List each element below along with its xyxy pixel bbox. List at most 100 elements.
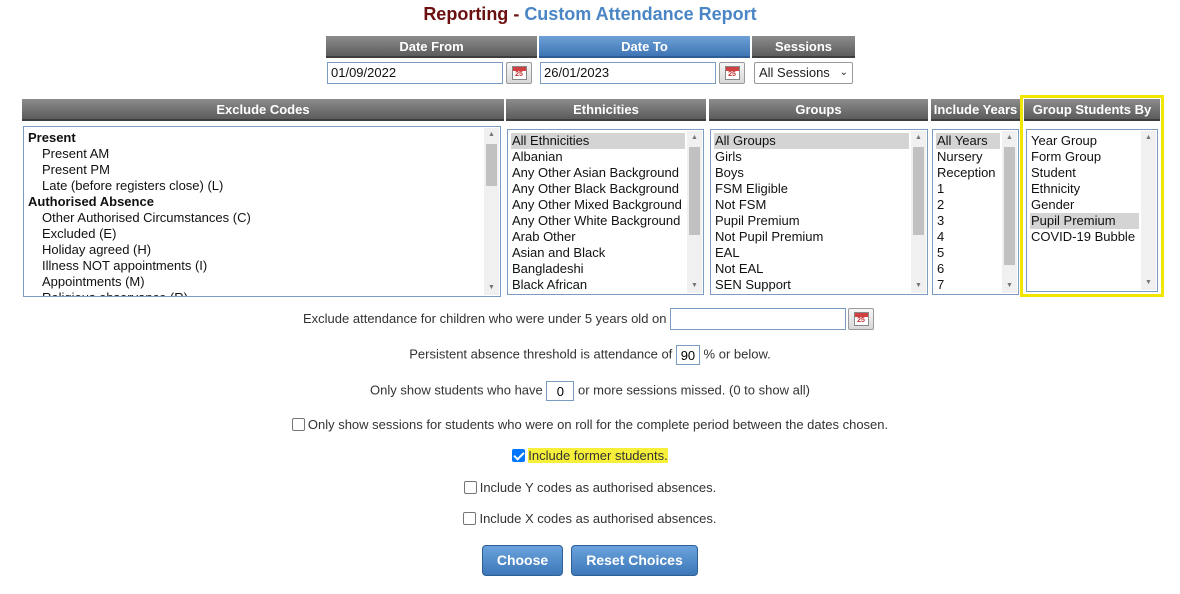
year-option[interactable]: All Years — [936, 133, 1000, 149]
group-option[interactable]: All Groups — [714, 133, 909, 149]
exclude-code-option[interactable]: Present — [27, 130, 482, 146]
scroll-up-icon[interactable]: ▲ — [1002, 131, 1017, 145]
scrollbar[interactable]: ▲ ▼ — [1141, 131, 1156, 290]
date-to-input[interactable]: 26/01/2023 — [540, 62, 716, 84]
group-by-option[interactable]: Ethnicity — [1030, 181, 1139, 197]
year-option[interactable]: 5 — [936, 245, 1000, 261]
exclude-code-option[interactable]: Religious observance (R) — [27, 290, 482, 296]
x-codes-row: Include X codes as authorised absences. — [0, 511, 1180, 526]
group-option[interactable]: Boys — [714, 165, 909, 181]
scroll-up-icon[interactable]: ▲ — [1141, 131, 1156, 145]
scroll-thumb[interactable] — [913, 147, 924, 235]
scroll-thumb[interactable] — [689, 147, 700, 235]
date-from-calendar-button[interactable]: 25 — [506, 62, 532, 84]
group-option[interactable]: Girls — [714, 149, 909, 165]
under5-date-input[interactable] — [670, 308, 846, 330]
exclude-codes-list[interactable]: Present Present AM Present PM Late (before … — [23, 126, 501, 297]
scroll-down-icon[interactable]: ▼ — [484, 281, 499, 295]
under5-label: Exclude attendance for children who were… — [303, 311, 667, 326]
group-option[interactable]: Not FSM — [714, 197, 909, 213]
exclude-code-option[interactable]: Present AM — [27, 146, 482, 162]
ethnicity-option[interactable]: Asian and Black — [511, 245, 685, 261]
scrollbar[interactable]: ▲ ▼ — [687, 131, 702, 293]
year-option[interactable]: Nursery — [936, 149, 1000, 165]
year-option[interactable]: 4 — [936, 229, 1000, 245]
group-by-option[interactable]: COVID-19 Bubble — [1030, 229, 1139, 245]
group-option[interactable]: SEN Support — [714, 277, 909, 293]
exclude-code-option[interactable]: Late (before registers close) (L) — [27, 178, 482, 194]
calendar-icon: 25 — [511, 66, 527, 80]
ethnicity-option[interactable]: Any Other Mixed Background — [511, 197, 685, 213]
exclude-code-option[interactable]: Illness NOT appointments (I) — [27, 258, 482, 274]
missed-sessions-row: Only show students who have or more sess… — [0, 381, 1180, 401]
year-option[interactable]: 2 — [936, 197, 1000, 213]
include-years-items: All Years Nursery Reception 1 2 3 4 5 6 7 — [936, 133, 1000, 293]
year-option[interactable]: 6 — [936, 261, 1000, 277]
scroll-thumb[interactable] — [1004, 147, 1015, 265]
former-students-checkbox[interactable] — [512, 449, 526, 462]
group-by-items: Year Group Form Group Student Ethnicity Gend… — [1030, 133, 1139, 245]
group-by-option[interactable]: Pupil Premium — [1030, 213, 1139, 229]
date-from-input[interactable]: 01/09/2022 — [327, 62, 503, 84]
group-option[interactable]: EAL — [714, 245, 909, 261]
x-codes-checkbox[interactable] — [463, 512, 477, 525]
group-by-option[interactable]: Student — [1030, 165, 1139, 181]
year-option[interactable]: 1 — [936, 181, 1000, 197]
group-option[interactable]: FSM Eligible — [714, 181, 909, 197]
ethnicity-option[interactable]: Any Other Black Background — [511, 181, 685, 197]
group-by-option[interactable]: Year Group — [1030, 133, 1139, 149]
group-by-option[interactable]: Form Group — [1030, 149, 1139, 165]
ethnicity-option[interactable]: Any Other Asian Background — [511, 165, 685, 181]
choose-button[interactable]: Choose — [482, 545, 563, 576]
year-option[interactable]: 3 — [936, 213, 1000, 229]
ethnicity-option[interactable]: Bangladeshi — [511, 261, 685, 277]
exclude-code-option[interactable]: Excluded (E) — [27, 226, 482, 242]
groups-list[interactable]: All Groups Girls Boys FSM Eligible Not FSM Pu… — [710, 129, 928, 295]
include-years-list[interactable]: All Years Nursery Reception 1 2 3 4 5 6 7 ▲ ▼ — [932, 129, 1019, 295]
y-codes-checkbox[interactable] — [463, 481, 477, 494]
calendar-icon: 25 — [853, 312, 869, 326]
scroll-down-icon[interactable]: ▼ — [1002, 279, 1017, 293]
missed-sessions-input[interactable] — [546, 381, 575, 401]
under5-calendar-button[interactable]: 25 — [848, 308, 874, 330]
exclude-code-option[interactable]: Holiday agreed (H) — [27, 242, 482, 258]
group-option[interactable]: Pupil Premium — [714, 213, 909, 229]
year-option[interactable]: 7 — [936, 277, 1000, 293]
group-option[interactable]: Not EAL — [714, 261, 909, 277]
on-roll-row: Only show sessions for students who were… — [0, 417, 1180, 432]
ethnicity-option[interactable]: Arab Other — [511, 229, 685, 245]
date-to-calendar-button[interactable]: 25 — [719, 62, 745, 84]
ethnicity-option[interactable]: All Ethnicities — [511, 133, 685, 149]
year-option[interactable]: Reception — [936, 165, 1000, 181]
pa-threshold-input[interactable] — [675, 345, 700, 365]
group-by-option[interactable]: Gender — [1030, 197, 1139, 213]
page-title: Reporting - Custom Attendance Report — [0, 4, 1180, 25]
group-option[interactable]: Not Pupil Premium — [714, 229, 909, 245]
exclude-code-option[interactable]: Appointments (M) — [27, 274, 482, 290]
on-roll-label: Only show sessions for students who were… — [307, 417, 889, 432]
scrollbar[interactable]: ▲ ▼ — [1002, 131, 1017, 293]
on-roll-checkbox[interactable] — [291, 418, 305, 431]
scroll-up-icon[interactable]: ▲ — [911, 131, 926, 145]
ethnicity-option[interactable]: Albanian — [511, 149, 685, 165]
ethnicity-option[interactable]: Black African — [511, 277, 685, 293]
ethnicities-list[interactable]: All Ethnicities Albanian Any Other Asian B… — [507, 129, 704, 295]
date-from-header: Date From — [326, 36, 537, 58]
missed-suffix: or more sessions missed. (0 to show all) — [578, 382, 810, 398]
ethnicity-option[interactable]: Any Other White Background — [511, 213, 685, 229]
scroll-thumb[interactable] — [486, 144, 497, 186]
scroll-down-icon[interactable]: ▼ — [1141, 276, 1156, 290]
scroll-up-icon[interactable]: ▲ — [687, 131, 702, 145]
group-by-list[interactable]: Year Group Form Group Student Ethnicity Gend… — [1026, 129, 1158, 292]
scrollbar[interactable]: ▲ ▼ — [911, 131, 926, 293]
reset-choices-button[interactable]: Reset Choices — [571, 545, 698, 576]
scroll-down-icon[interactable]: ▼ — [911, 279, 926, 293]
exclude-code-option[interactable]: Authorised Absence — [27, 194, 482, 210]
exclude-code-option[interactable]: Other Authorised Circumstances (C) — [27, 210, 482, 226]
sessions-select[interactable]: All Sessions ⌄ — [754, 62, 853, 84]
exclude-code-option[interactable]: Present PM — [27, 162, 482, 178]
scroll-down-icon[interactable]: ▼ — [687, 279, 702, 293]
sessions-header: Sessions — [752, 36, 855, 58]
scrollbar[interactable]: ▲ ▼ — [484, 128, 499, 295]
scroll-up-icon[interactable]: ▲ — [484, 128, 499, 142]
